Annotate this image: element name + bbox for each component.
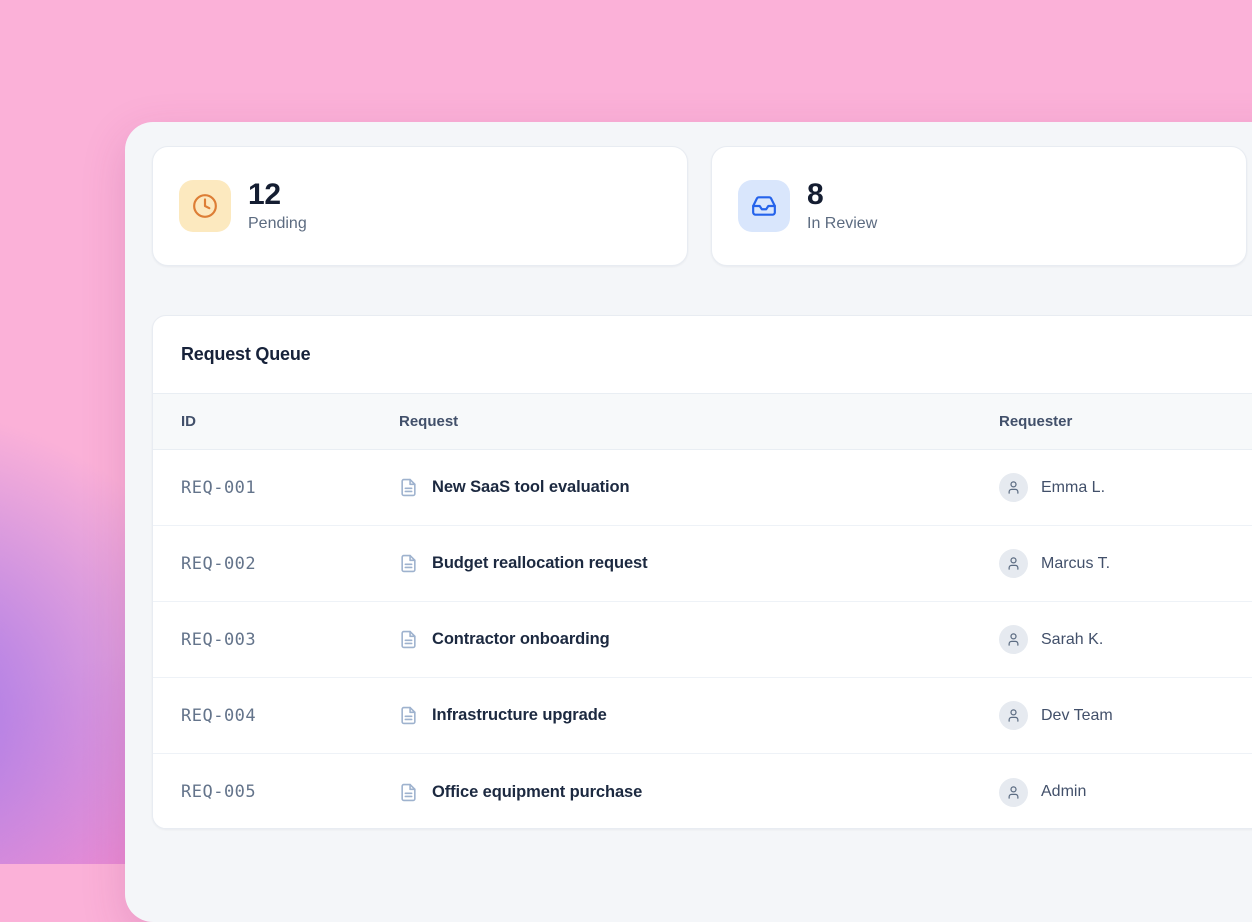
request-cell: Office equipment purchase xyxy=(399,783,999,802)
request-id: REQ-004 xyxy=(153,706,399,726)
file-text-icon xyxy=(399,783,418,802)
table-row[interactable]: REQ-003 Contractor onboarding Sarah K. xyxy=(153,602,1252,678)
table-row[interactable]: REQ-002 Budget reallocation request Marc… xyxy=(153,526,1252,602)
requester-cell: Admin xyxy=(999,778,1252,807)
clock-icon xyxy=(192,193,218,219)
request-title: Contractor onboarding xyxy=(432,630,610,649)
avatar xyxy=(999,701,1028,730)
requester-name: Marcus T. xyxy=(1041,555,1110,573)
requester-name: Admin xyxy=(1041,783,1086,801)
request-title: Budget reallocation request xyxy=(432,554,648,573)
file-text-icon xyxy=(399,706,418,725)
avatar xyxy=(999,625,1028,654)
table-header-row: ID Request Requester xyxy=(153,394,1252,450)
column-header-requester: Requester xyxy=(999,413,1252,430)
avatar xyxy=(999,778,1028,807)
stats-row: 12 Pending 8 In Review xyxy=(152,146,1247,266)
file-text-icon xyxy=(399,630,418,649)
stat-text: 12 Pending xyxy=(248,179,307,233)
table-row[interactable]: REQ-001 New SaaS tool evaluation Emma L. xyxy=(153,450,1252,526)
page-background: { "colors": { "background_pink": "#fbb1d… xyxy=(0,0,1252,864)
in-review-label: In Review xyxy=(807,215,877,233)
stat-card-pending: 12 Pending xyxy=(152,146,688,266)
inbox-icon xyxy=(751,193,777,219)
avatar xyxy=(999,549,1028,578)
request-title: Office equipment purchase xyxy=(432,783,642,802)
request-id: REQ-003 xyxy=(153,630,399,650)
table-title-row: Request Queue xyxy=(153,316,1252,394)
requester-name: Emma L. xyxy=(1041,479,1105,497)
table-row[interactable]: REQ-004 Infrastructure upgrade Dev Team xyxy=(153,678,1252,754)
requester-cell: Marcus T. xyxy=(999,549,1252,578)
request-cell: Budget reallocation request xyxy=(399,554,999,573)
requester-name: Dev Team xyxy=(1041,707,1113,725)
pending-label: Pending xyxy=(248,215,307,233)
request-queue-card: Request Queue ID Request Requester REQ-0… xyxy=(152,315,1252,829)
requester-cell: Dev Team xyxy=(999,701,1252,730)
app-panel: 12 Pending 8 In Review Request Queue xyxy=(125,122,1252,922)
requester-name: Sarah K. xyxy=(1041,631,1103,649)
pending-icon-tile xyxy=(179,180,231,232)
column-header-id: ID xyxy=(153,413,399,430)
file-text-icon xyxy=(399,478,418,497)
request-id: REQ-001 xyxy=(153,478,399,498)
stat-card-in-review: 8 In Review xyxy=(711,146,1247,266)
requester-cell: Emma L. xyxy=(999,473,1252,502)
avatar xyxy=(999,473,1028,502)
request-cell: Infrastructure upgrade xyxy=(399,706,999,725)
column-header-request: Request xyxy=(399,413,999,430)
table-title: Request Queue xyxy=(181,344,310,365)
request-cell: New SaaS tool evaluation xyxy=(399,478,999,497)
request-id: REQ-002 xyxy=(153,554,399,574)
request-cell: Contractor onboarding xyxy=(399,630,999,649)
review-icon-tile xyxy=(738,180,790,232)
stat-text: 8 In Review xyxy=(807,179,877,233)
requester-cell: Sarah K. xyxy=(999,625,1252,654)
request-title: Infrastructure upgrade xyxy=(432,706,607,725)
request-title: New SaaS tool evaluation xyxy=(432,478,630,497)
file-text-icon xyxy=(399,554,418,573)
table-row[interactable]: REQ-005 Office equipment purchase Admin xyxy=(153,754,1252,829)
pending-count: 12 xyxy=(248,179,307,211)
request-id: REQ-005 xyxy=(153,782,399,802)
table-body: REQ-001 New SaaS tool evaluation Emma L. xyxy=(153,450,1252,829)
in-review-count: 8 xyxy=(807,179,877,211)
